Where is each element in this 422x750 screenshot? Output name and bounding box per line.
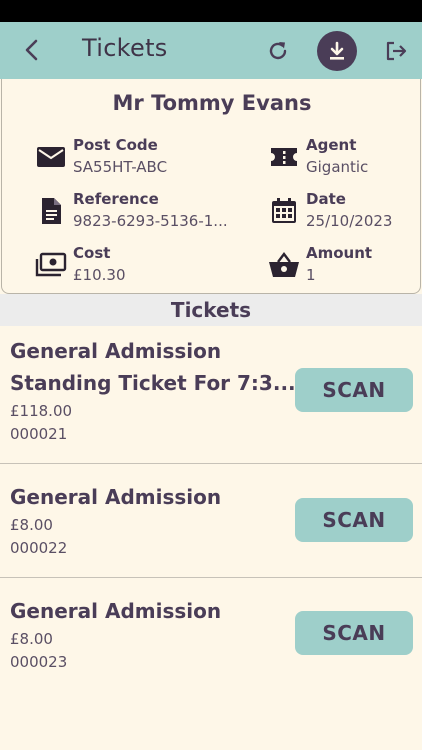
ticket-name: General Admission [10,339,222,363]
ticket-code: 000022 [10,539,68,557]
cost-field: Cost £10.30 [35,244,235,289]
ticket-row: General Admission Standing Ticket For 7:… [0,326,422,464]
ticket-name: General Admission [10,485,222,509]
agent-label: Agent [306,136,357,154]
ticket-name-line2: Standing Ticket For 7:3... [10,371,296,395]
reference-field: Reference 9823-6293-5136-1... [35,190,255,235]
basket-icon [268,250,300,280]
calendar-icon [268,196,300,226]
cost-label: Cost [73,244,111,262]
ticket-row: General Admission £8.00 000022 SCAN [0,464,422,578]
ticket-name: General Admission [10,599,222,623]
reference-value: 9823-6293-5136-1... [73,212,228,230]
amount-field: Amount 1 [268,244,418,289]
cash-icon [35,250,67,280]
amount-label: Amount [306,244,373,262]
page-title: Tickets [82,34,168,62]
agent-field: Agent Gigantic [268,136,418,181]
order-summary-card: Mr Tommy Evans Post Code SA55HT-ABC Agen… [1,79,421,294]
ticket-row: General Admission £8.00 000023 SCAN [0,578,422,692]
scan-button[interactable]: SCAN [295,498,413,542]
scan-button[interactable]: SCAN [295,611,413,655]
date-value: 25/10/2023 [306,212,393,230]
ticket-icon [268,142,300,172]
ticket-price: £8.00 [10,516,53,534]
ticket-price: £8.00 [10,630,53,648]
app-bar: Tickets [0,22,422,79]
ticket-code: 000023 [10,653,68,671]
document-icon [35,196,67,226]
date-label: Date [306,190,346,208]
post-code-field: Post Code SA55HT-ABC [35,136,235,181]
agent-value: Gigantic [306,158,369,176]
back-arrow-icon[interactable] [18,36,46,64]
scan-button[interactable]: SCAN [295,368,413,412]
customer-name: Mr Tommy Evans [112,91,312,115]
ticket-code: 000021 [10,425,68,443]
refresh-icon[interactable] [263,36,293,66]
post-code-value: SA55HT-ABC [73,158,168,176]
cost-value: £10.30 [73,266,126,284]
amount-value: 1 [306,266,316,284]
download-icon[interactable] [317,31,357,71]
status-bar [0,0,422,22]
tickets-section-title: Tickets [0,294,422,326]
reference-label: Reference [73,190,159,208]
post-code-label: Post Code [73,136,158,154]
ticket-price: £118.00 [10,402,73,420]
logout-icon[interactable] [381,36,411,66]
date-field: Date 25/10/2023 [268,190,418,235]
mail-icon [35,142,67,172]
